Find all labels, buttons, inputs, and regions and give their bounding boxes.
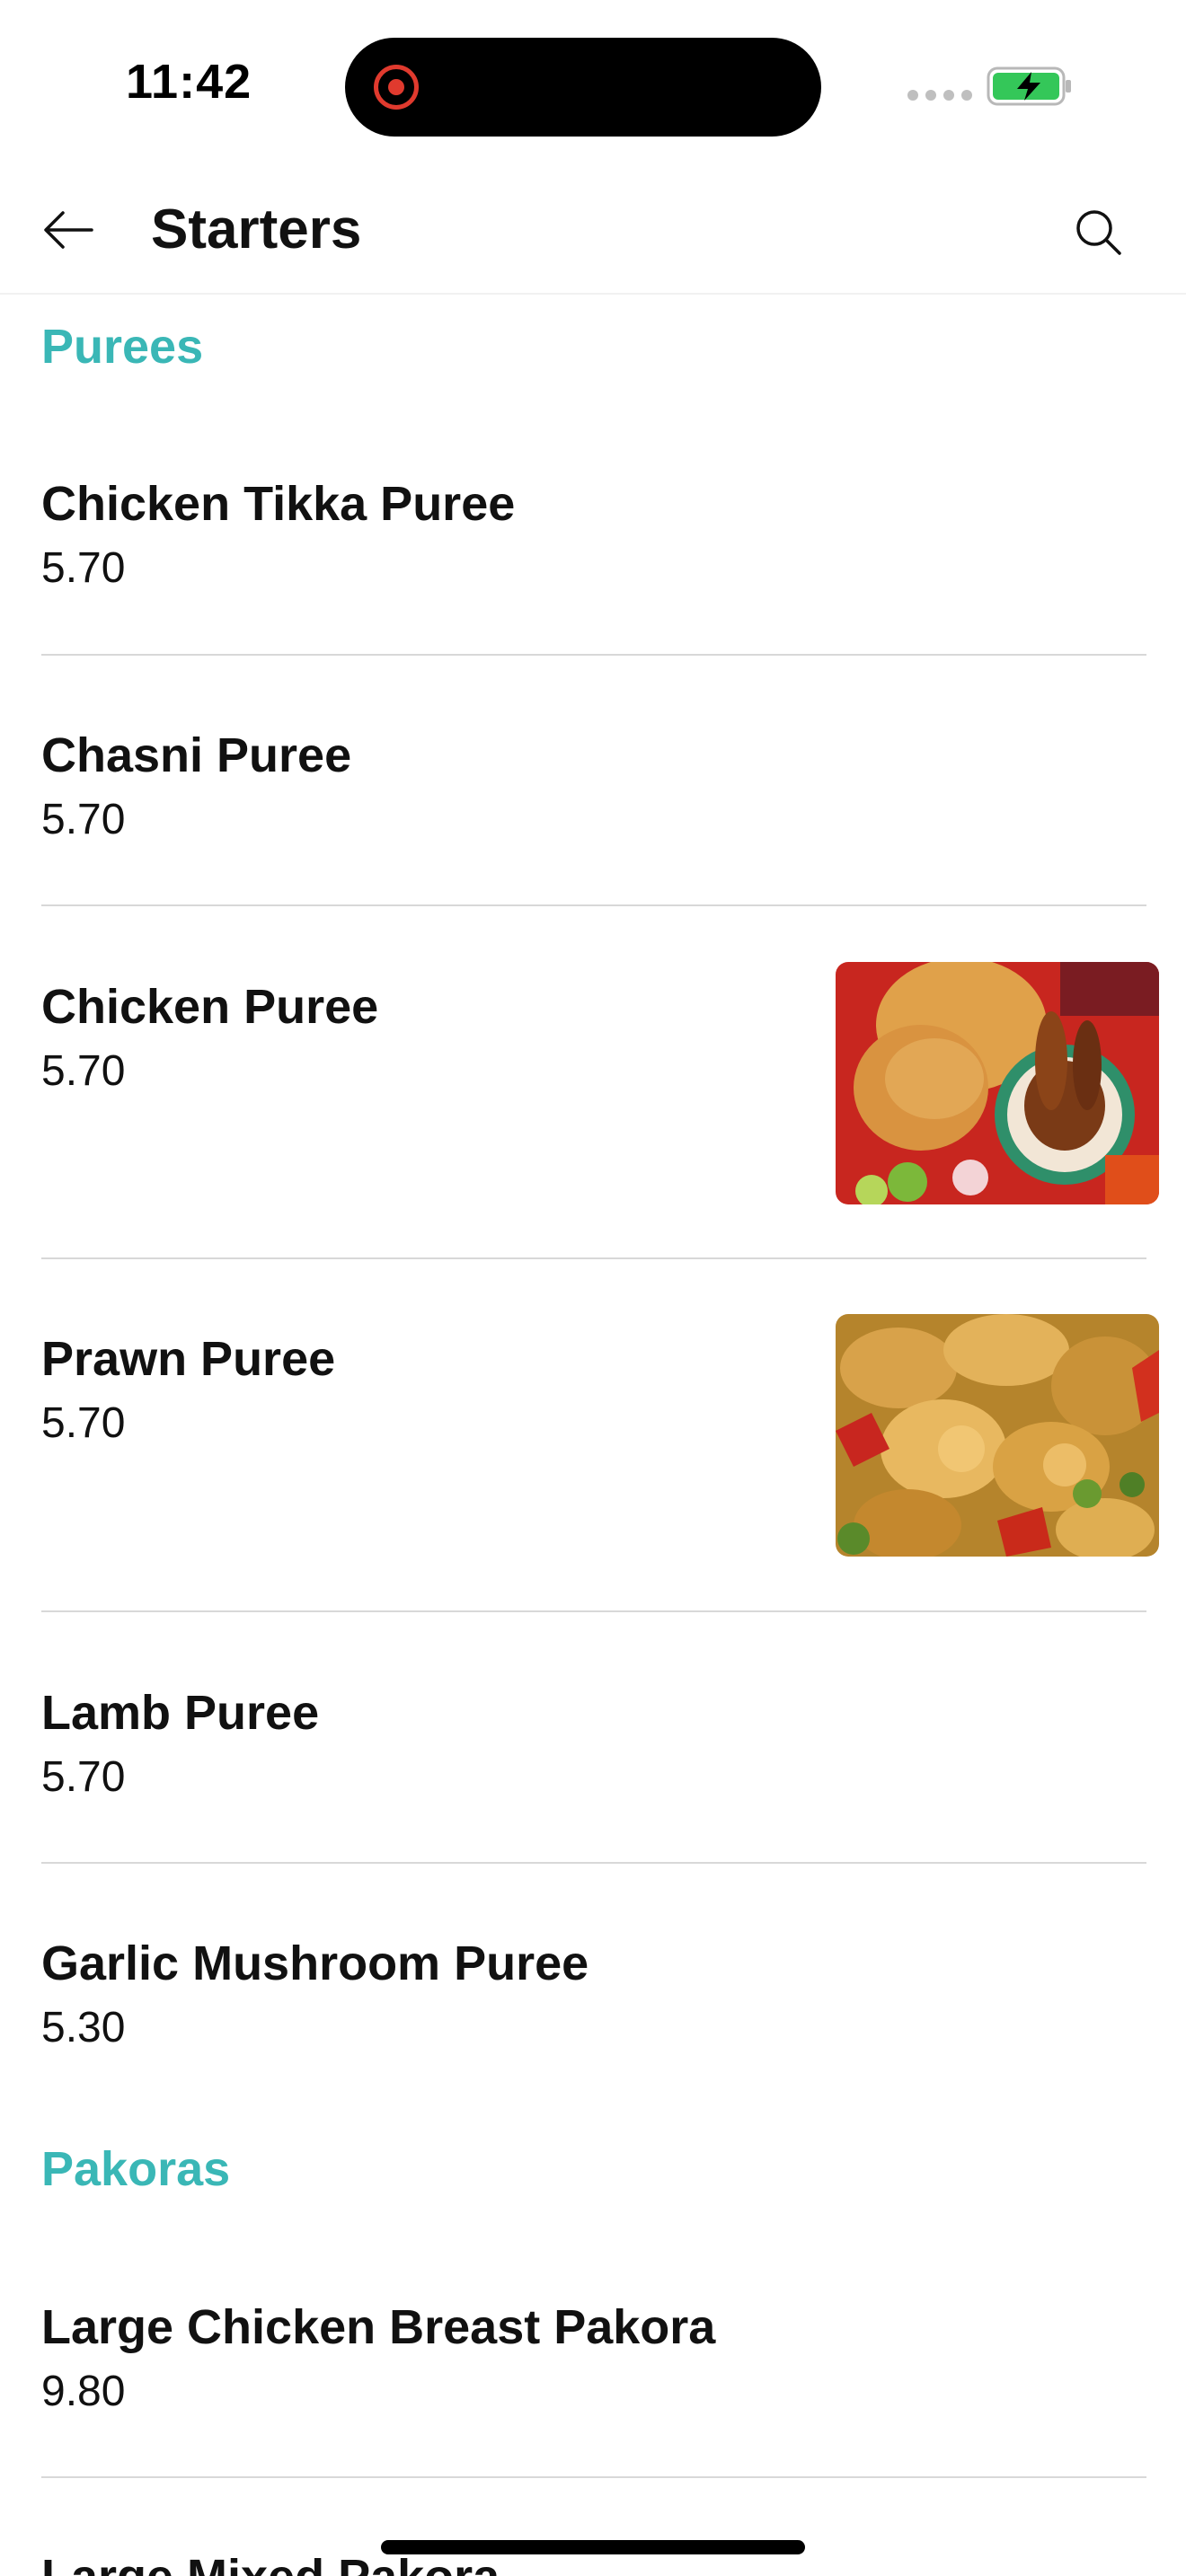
- item-price: 9.80: [41, 2368, 126, 2415]
- app-header: Starters: [0, 171, 1186, 295]
- item-name: Garlic Mushroom Puree: [41, 1936, 589, 1990]
- item-price: 5.70: [41, 544, 126, 592]
- search-icon: [1076, 210, 1121, 255]
- divider: [41, 1257, 1146, 1259]
- item-price: 5.30: [41, 2004, 126, 2051]
- prawn-puree-image: [836, 1314, 1159, 1557]
- item-price: 5.70: [41, 1753, 126, 1801]
- menu-item[interactable]: Chasni Puree 5.70: [41, 726, 1145, 846]
- divider: [41, 654, 1146, 656]
- item-name: Chicken Tikka Puree: [41, 477, 516, 531]
- divider: [41, 904, 1146, 906]
- section-title-purees: Purees: [41, 320, 204, 374]
- menu-page: 11:42 Starters Purees Chicken Tikka Pure…: [0, 0, 1186, 2576]
- back-button[interactable]: [36, 198, 101, 262]
- divider: [41, 2476, 1146, 2478]
- cellular-signal-icon: [907, 90, 972, 101]
- home-indicator[interactable]: [381, 2540, 805, 2554]
- divider: [41, 1862, 1146, 1864]
- item-name: Large Chicken Breast Pakora: [41, 2300, 716, 2354]
- menu-item[interactable]: Large Chicken Breast Pakora 9.80: [41, 2298, 1145, 2418]
- divider: [41, 1610, 1146, 1612]
- arrow-left-icon: [44, 211, 93, 249]
- prawn-puree-photo[interactable]: [836, 1314, 1159, 1557]
- chicken-puree-image: [836, 962, 1159, 1204]
- page-title: Starters: [151, 198, 362, 260]
- section-title-pakoras: Pakoras: [41, 2142, 231, 2196]
- search-button[interactable]: [1064, 198, 1132, 266]
- status-bar: 11:42: [0, 0, 1186, 171]
- item-price: 5.70: [41, 796, 126, 843]
- chicken-puree-photo[interactable]: [836, 962, 1159, 1204]
- battery-charging-icon: [987, 66, 1071, 106]
- menu-item[interactable]: Chicken Tikka Puree 5.70: [41, 474, 1145, 595]
- menu-item[interactable]: Garlic Mushroom Puree 5.30: [41, 1934, 1145, 2054]
- status-time: 11:42: [126, 55, 252, 109]
- item-name: Chasni Puree: [41, 728, 352, 782]
- dynamic-island: [345, 38, 821, 137]
- item-name: Lamb Puree: [41, 1686, 320, 1740]
- screen-recording-icon: [374, 65, 419, 110]
- menu-item[interactable]: Lamb Puree 5.70: [41, 1683, 1145, 1804]
